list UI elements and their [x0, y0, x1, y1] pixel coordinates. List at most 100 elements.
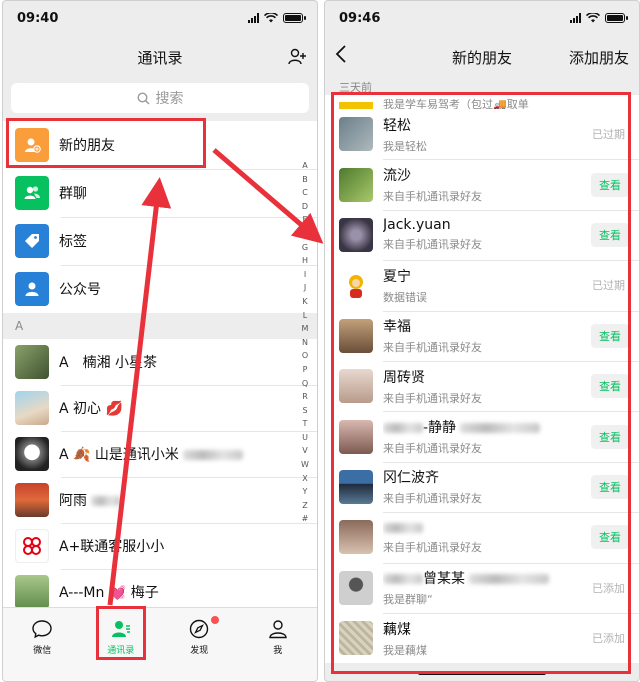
tab-contacts[interactable]: 通讯录 [82, 608, 161, 681]
friend-request-row[interactable]: 流沙 来自手机通讯录好友 查看 [325, 159, 639, 209]
friend-request-row[interactable]: 曾某某 我是群聊“ 已添加 [325, 562, 639, 613]
view-button[interactable]: 查看 [591, 374, 629, 399]
view-button[interactable]: 查看 [591, 424, 629, 449]
index-letter[interactable]: P [303, 363, 308, 377]
friend-request-row[interactable]: 来自手机通讯录好友 查看 [325, 512, 639, 562]
friend-request-row[interactable]: 幸福 来自手机通讯录好友 查看 [325, 310, 639, 361]
blurred-text [182, 450, 243, 460]
request-status: 已添加 [592, 581, 625, 595]
blurred-text [383, 423, 423, 434]
friend-request-row[interactable]: 冈仁波齐 来自手机通讯录好友 查看 [325, 461, 639, 512]
friend-request-row[interactable]: 周砖贤 来自手机通讯录好友 查看 [325, 360, 639, 411]
friend-avatar [339, 419, 373, 454]
tab-me[interactable]: 我 [239, 608, 318, 681]
index-letter[interactable]: W [301, 458, 309, 472]
contact-row[interactable]: A 初心 💋 [3, 385, 317, 431]
index-letter[interactable]: T [303, 417, 308, 431]
contact-row[interactable]: 阿雨 [3, 477, 317, 523]
view-button[interactable]: 查看 [591, 474, 629, 499]
tab-label: 通讯录 [107, 646, 135, 656]
index-letter[interactable]: # [302, 512, 309, 526]
tag-icon [15, 224, 49, 258]
index-letter[interactable]: Z [302, 499, 307, 513]
section-header-a: A [3, 313, 317, 339]
index-letter[interactable]: N [302, 336, 308, 350]
contact-row[interactable]: A 🍂 山是通讯小米 [3, 431, 317, 477]
index-letter[interactable]: D [302, 200, 308, 214]
blurred-text [469, 574, 549, 585]
friend-name: 轻松 [383, 117, 411, 134]
friend-message: 我是群聊“ [383, 593, 433, 607]
tab-label: 微信 [33, 646, 52, 656]
index-letter[interactable]: Y [303, 485, 308, 499]
search-icon [136, 91, 149, 104]
page-title: 通讯录 [137, 48, 183, 67]
add-contact-icon [288, 48, 306, 65]
tab-label: 我 [273, 646, 283, 656]
search-bar[interactable]: 搜索 [11, 83, 309, 113]
new-friend-icon [15, 128, 49, 162]
index-letter[interactable]: X [302, 472, 307, 486]
index-letter[interactable]: A [302, 159, 307, 173]
tab-chats[interactable]: 微信 [3, 608, 82, 681]
index-letter[interactable]: C [302, 186, 308, 200]
friend-request-row[interactable]: 藕煤 我是藕煤 已添加 [325, 612, 639, 663]
friend-avatar [339, 318, 373, 353]
index-letter[interactable]: M [302, 322, 309, 336]
friend-request-row[interactable]: 夏宁 数据错误 已过期 [325, 260, 639, 310]
status-bar: 09:46 [325, 1, 639, 35]
index-letter[interactable]: R [302, 390, 308, 404]
index-letter[interactable]: U [302, 431, 308, 445]
view-button[interactable]: 查看 [591, 172, 629, 197]
menu-new-friends[interactable]: 新的朋友 [3, 121, 317, 169]
contact-name: A---Mn 💓 梅子 [59, 585, 159, 601]
friend-name: 冈仁波齐 [383, 470, 439, 487]
add-contact-button[interactable] [287, 47, 307, 71]
index-letter[interactable]: E [302, 213, 307, 227]
status-time: 09:40 [17, 10, 59, 26]
friend-avatar [339, 167, 373, 202]
friend-request-row[interactable]: -静静 来自手机通讯录好友 查看 [325, 411, 639, 461]
view-button[interactable]: 查看 [591, 323, 629, 348]
friend-name: 夏宁 [383, 268, 411, 285]
contacts-screen: 09:40 通讯录 搜索 新的朋友 群聊 标签 公众号 A A 楠湘 小星茶 A… [2, 0, 318, 682]
contact-row[interactable]: A 楠湘 小星茶 [3, 339, 317, 385]
index-letter[interactable]: G [302, 241, 308, 255]
contact-row[interactable]: A+联通客服小小 [3, 523, 317, 569]
friend-request-row[interactable]: Jack.yuan 来自手机通讯录好友 查看 [325, 209, 639, 260]
index-letter[interactable]: H [302, 254, 308, 268]
index-letter[interactable]: J [304, 281, 306, 295]
index-letter[interactable]: K [302, 295, 307, 309]
contact-avatar [15, 437, 49, 471]
index-letter[interactable]: O [302, 349, 308, 363]
view-button[interactable]: 查看 [591, 525, 629, 550]
index-letter[interactable]: B [302, 173, 308, 187]
menu-official-accounts[interactable]: 公众号 [3, 265, 317, 313]
index-letter[interactable]: S [302, 404, 307, 418]
contact-avatar [15, 391, 49, 425]
alphabet-index[interactable]: A B C D E F G H I J K L M N O P Q R S T U V W X Y Z # [299, 159, 311, 526]
view-button[interactable]: 查看 [591, 222, 629, 247]
friend-request-row[interactable]: 轻松 我是轻松 已过期 [325, 109, 639, 159]
friend-name: 幸福 [383, 319, 411, 336]
index-letter[interactable]: L [303, 309, 307, 323]
official-account-icon [15, 272, 49, 306]
add-friend-button[interactable]: 添加朋友 [569, 47, 629, 68]
wifi-icon [586, 13, 600, 23]
index-letter[interactable]: F [303, 227, 308, 241]
tab-discover[interactable]: 发现 [160, 608, 239, 681]
friend-message: 来自手机通讯录好友 [383, 190, 482, 204]
status-time: 09:46 [339, 10, 381, 26]
back-chevron-icon [335, 45, 346, 63]
index-letter[interactable]: V [302, 444, 307, 458]
back-button[interactable] [335, 44, 347, 69]
nav-bar: 通讯录 [3, 35, 317, 79]
friend-name: Jack.yuan [383, 217, 451, 234]
index-letter[interactable]: I [304, 268, 306, 282]
menu-tags[interactable]: 标签 [3, 217, 317, 265]
partial-avatar [339, 102, 373, 109]
contact-name: A 楠湘 小星茶 [59, 355, 158, 371]
menu-group-chats[interactable]: 群聊 [3, 169, 317, 217]
home-indicator [418, 671, 546, 675]
index-letter[interactable]: Q [302, 377, 308, 391]
